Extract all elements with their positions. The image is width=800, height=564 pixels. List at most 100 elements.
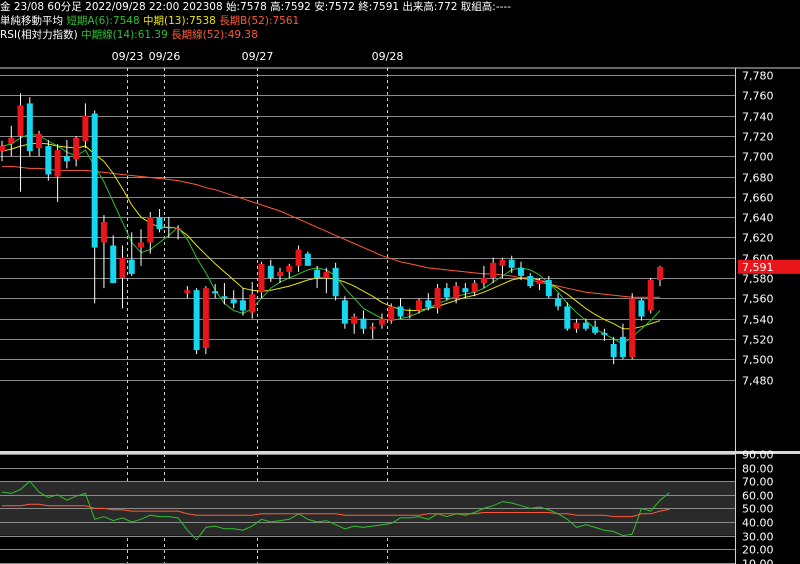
rsi-tick-label: 20.00	[742, 544, 774, 557]
price-tick-label: 7,660	[742, 192, 774, 205]
price-tick-label: 7,540	[742, 314, 774, 327]
candle-body-down	[610, 343, 617, 358]
candle-body-down	[63, 156, 70, 162]
candle-body-up	[138, 242, 145, 248]
rsi-tick-label: 10.00	[742, 558, 774, 564]
candle	[657, 265, 663, 287]
ma-short-line	[1, 133, 661, 345]
candle	[369, 322, 376, 339]
candle	[351, 313, 358, 334]
candle-body-up	[388, 306, 395, 321]
candle-body-down	[230, 299, 237, 304]
candle-body-down	[582, 322, 589, 329]
candle-body-down	[267, 265, 274, 278]
candle	[462, 283, 469, 299]
candle-body-up	[406, 313, 413, 315]
candle	[638, 298, 645, 321]
date-label: 09/27	[242, 50, 274, 63]
candle	[527, 272, 534, 289]
ma-long-line	[2, 165, 660, 298]
candle-body-down	[601, 332, 608, 335]
candle-body-down	[314, 269, 321, 278]
candle-body-down	[212, 291, 219, 294]
candle-body-down	[165, 227, 172, 229]
candle-body-down	[425, 300, 432, 308]
candle	[202, 286, 209, 355]
candle	[341, 296, 348, 329]
price-tick-label: 7,620	[742, 232, 774, 245]
rsi-tick-label: 80.00	[742, 463, 774, 476]
candle-body-up	[378, 318, 385, 325]
candle	[0, 140, 5, 162]
candle-body-up	[277, 271, 284, 276]
candle	[295, 245, 302, 272]
price-chart[interactable]: 7,780 7,760 7,740 7,720 7,700 7,680 7,660 7,640…	[0, 0, 800, 564]
rsi-tick-label: 40.00	[742, 517, 774, 530]
candle	[453, 282, 460, 304]
candle	[314, 265, 321, 289]
candle-body-up	[82, 115, 89, 141]
candle	[258, 261, 265, 299]
candle	[480, 265, 487, 289]
candle-body-down	[239, 300, 246, 311]
candle-body-down	[527, 275, 534, 287]
price-tick-label: 7,480	[742, 375, 774, 388]
candle-body-up	[434, 288, 441, 309]
candle-body-down	[508, 259, 515, 268]
candle-body-up	[369, 326, 376, 329]
candle-body-down	[156, 217, 163, 230]
candle-body-down	[397, 306, 404, 317]
candle	[397, 298, 404, 319]
candle	[471, 280, 478, 297]
candle-body-up	[17, 105, 24, 136]
rsi-tick-label: 90.00	[742, 449, 774, 462]
candle	[564, 302, 571, 331]
candle	[82, 103, 89, 149]
price-tick-label: 7,760	[742, 90, 774, 103]
price-tick-label: 7,700	[742, 151, 774, 164]
candle-body-down	[592, 326, 599, 333]
candle-body-down	[443, 288, 450, 298]
candle-body-up	[573, 322, 580, 329]
candle-body-up	[286, 265, 293, 272]
price-tick-label: 7,580	[742, 273, 774, 286]
candle-body-up	[0, 146, 5, 152]
candle-body-down	[619, 336, 626, 358]
panel-separator	[0, 451, 800, 454]
candle-body-up	[323, 271, 330, 278]
candle-body-up	[647, 280, 654, 311]
candle	[388, 303, 395, 324]
candle	[165, 217, 172, 238]
candle	[378, 313, 385, 329]
price-tick-label: 7,640	[742, 212, 774, 225]
candle-body-down	[221, 296, 228, 299]
candle-body-down	[26, 103, 33, 152]
candle	[156, 208, 163, 233]
candle-body-down	[341, 300, 348, 324]
candle-body-down	[517, 267, 524, 276]
candle-body-up	[184, 290, 191, 294]
candle	[647, 278, 654, 314]
candle-body-up	[471, 283, 478, 293]
candle	[8, 125, 15, 157]
candle-body-down	[555, 298, 562, 307]
candle	[555, 293, 562, 311]
candle-body-up	[8, 137, 15, 145]
candle	[434, 284, 441, 314]
candle-body-down	[638, 300, 645, 317]
candle-body-down	[304, 253, 311, 266]
candle	[610, 336, 617, 365]
candle	[592, 320, 599, 335]
candle	[443, 283, 450, 301]
candle	[360, 310, 367, 334]
candle	[193, 288, 200, 355]
candle-body-up	[73, 137, 80, 160]
candle	[490, 257, 497, 284]
candle	[582, 318, 589, 331]
candle	[36, 130, 43, 157]
candle-body-up	[175, 228, 182, 230]
candle-body-up	[119, 257, 126, 278]
price-tick-label: 7,500	[742, 354, 774, 367]
rsi-tick-label: 50.00	[742, 503, 774, 516]
price-tick-label: 7,560	[742, 293, 774, 306]
